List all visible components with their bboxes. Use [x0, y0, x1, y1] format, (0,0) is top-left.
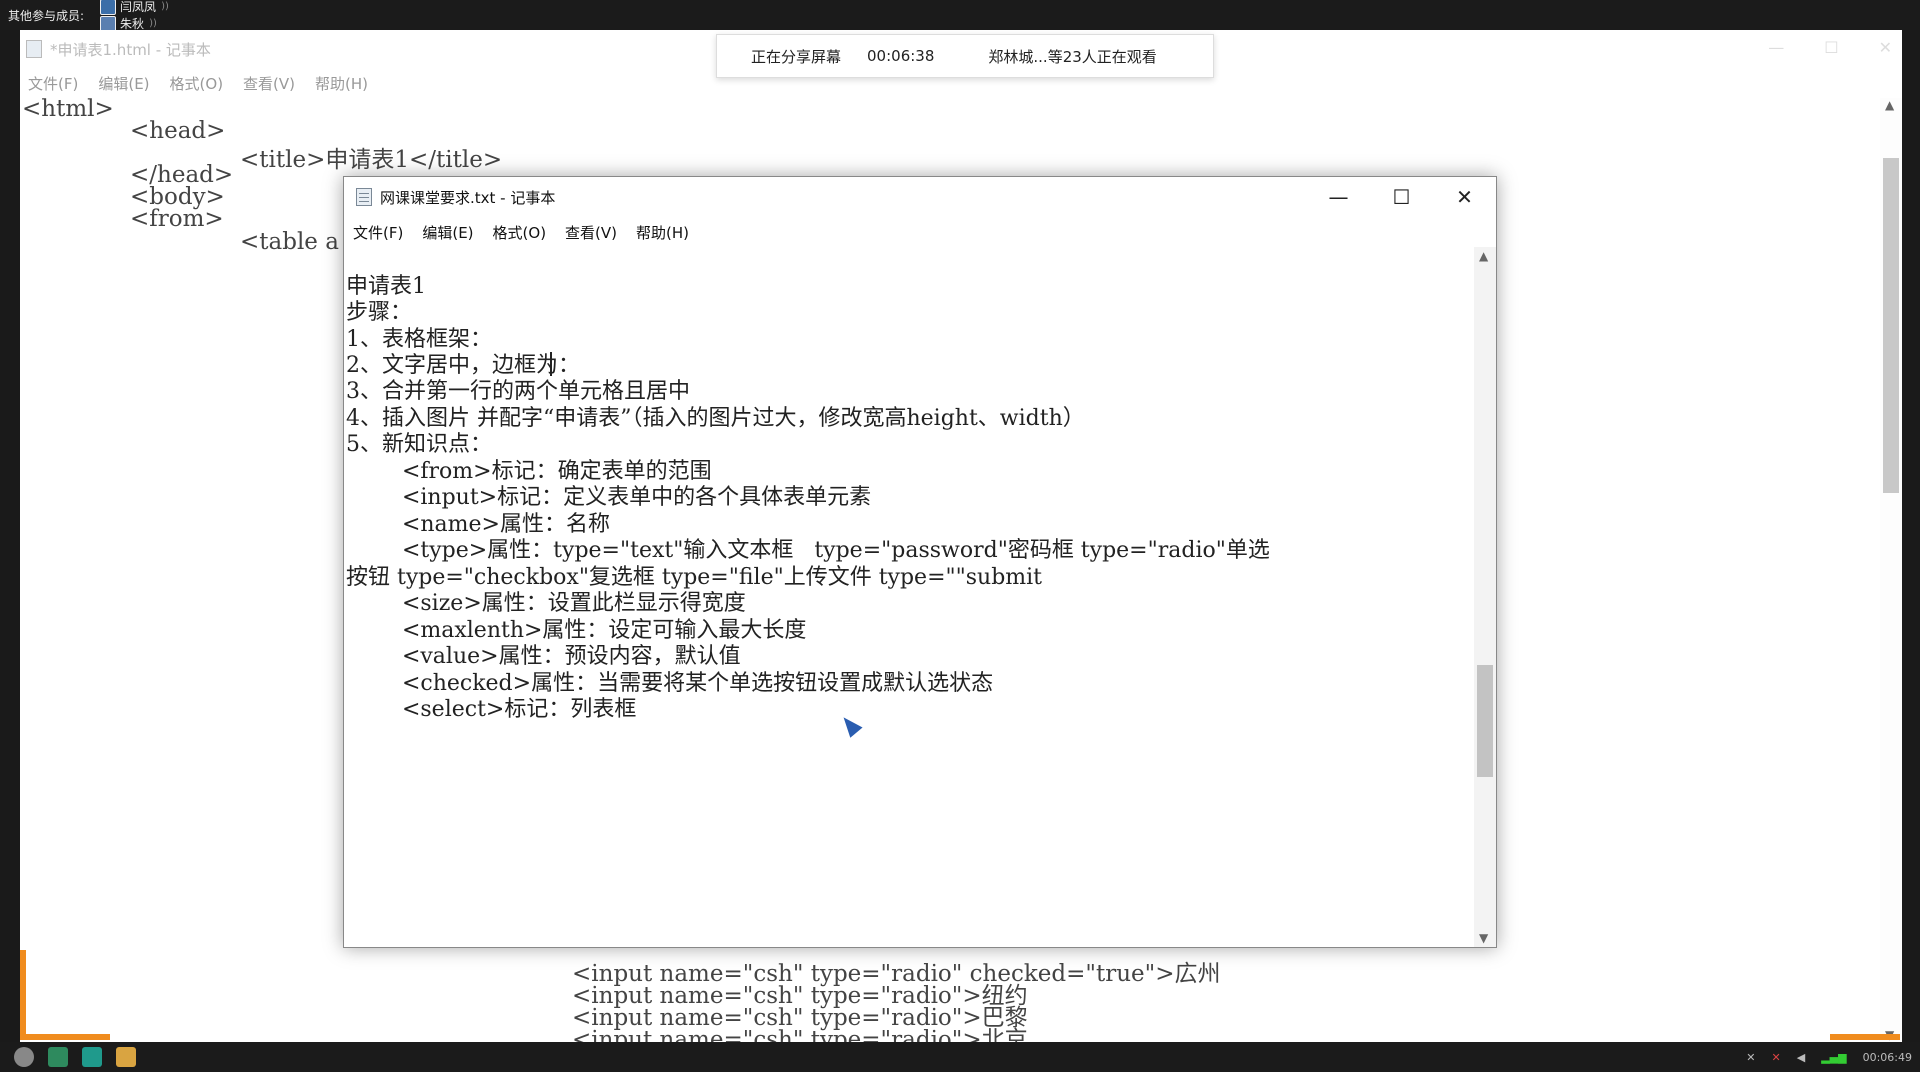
participant-item[interactable]: 闫凤凤)): [100, 0, 181, 15]
background-window-controls: — ☐ ✕: [1768, 38, 1892, 57]
text-line: <input>标记：定义表单中的各个具体表单元素: [346, 485, 872, 510]
text-line: <type>属性：type="text"输入文本框 type="password…: [346, 538, 1270, 563]
signal-icon: ▂▄▆: [1821, 1050, 1847, 1064]
minimize-button[interactable]: —: [1307, 177, 1370, 217]
participants-label: 其他参与成员:: [8, 8, 85, 23]
text-editor-area[interactable]: 申请表1 步骤： 1、表格框架： 2、文字居中，边框为： 3、合并第一行的两个单…: [344, 247, 1474, 947]
menu-help[interactable]: 帮助(H): [636, 222, 689, 243]
scroll-up-icon[interactable]: ▲: [1885, 98, 1894, 112]
right-frame: [1902, 30, 1920, 1042]
foreground-window-title: 网课课堂要求.txt - 记事本: [380, 188, 556, 207]
text-line: 步骤：: [346, 300, 413, 325]
text-line: <checked>属性：当需要将某个单选按钮设置成默认选状态: [346, 671, 994, 696]
app-icon[interactable]: [48, 1047, 68, 1067]
code-line: <html>: [22, 96, 114, 122]
background-window-title: *申请表1.html - 记事本: [50, 40, 211, 59]
text-line: <name>属性：名称: [346, 512, 610, 537]
scroll-thumb[interactable]: [1477, 665, 1493, 777]
text-line: 4、插入图片 并配字“申请表”（插入的图片过大，修改宽高height、width…: [346, 406, 1085, 431]
menu-format[interactable]: 格式(O): [170, 73, 224, 94]
avatar: [100, 15, 117, 30]
text-line: <from>标记：确定表单的范围: [346, 459, 712, 484]
text-line: 1、表格框架：: [346, 327, 492, 352]
participant-list: 田萌老师))郑林城))张杨))黄延欣))刘开棋))汪菁雯))杜坤阳))赵冽))李…: [100, 0, 196, 30]
background-scrollbar[interactable]: ▲ ▼: [1880, 98, 1902, 1042]
mic-icon: )): [161, 1, 169, 12]
text-line: 按钮 type="checkbox"复选框 type="file"上传文件 ty…: [346, 565, 1043, 590]
expand-icon[interactable]: ✕: [1746, 1051, 1755, 1064]
notepad-icon: [26, 40, 42, 58]
close-button[interactable]: ✕: [1433, 177, 1496, 217]
participant-name: 朱秋: [120, 17, 145, 30]
code-line: <title>申请表1</title>: [240, 147, 503, 173]
menu-help[interactable]: 帮助(H): [315, 73, 368, 94]
text-line: 3、合并第一行的两个单元格且居中: [346, 379, 690, 404]
text-line: 2、文字居中，边框为：: [346, 353, 580, 378]
avatar: [100, 0, 117, 15]
menu-edit[interactable]: 编辑(E): [422, 222, 473, 243]
text-cursor-icon: [550, 352, 552, 376]
clock: 00:06:49: [1862, 1050, 1912, 1064]
scroll-down-icon[interactable]: ▼: [1479, 931, 1488, 945]
scroll-up-icon[interactable]: ▲: [1479, 249, 1488, 263]
text-line: 5、新知识点：: [346, 432, 492, 457]
code-line: <head>: [130, 118, 226, 144]
screen-share-banner: 正在分享屏幕 00:06:38 郑林城...等23人正在观看: [716, 34, 1214, 78]
foreground-window-controls: — ☐ ✕: [1307, 177, 1496, 217]
pen-icon[interactable]: [116, 1047, 136, 1067]
code-line: <input name="csh" type="radio">北京: [572, 1027, 1028, 1042]
maximize-icon[interactable]: ☐: [1824, 38, 1838, 57]
participant-name: 闫凤凤: [120, 0, 157, 14]
mic-off-icon[interactable]: ✕: [1772, 1051, 1781, 1064]
menu-file[interactable]: 文件(F): [353, 222, 403, 243]
share-status: 正在分享屏幕: [751, 47, 842, 66]
start-icon[interactable]: [14, 1047, 34, 1067]
app-icon[interactable]: [82, 1047, 102, 1067]
menu-view[interactable]: 查看(V): [565, 222, 617, 243]
scroll-thumb[interactable]: [1883, 158, 1899, 493]
notepad-icon: [356, 188, 372, 206]
code-line: <table a: [240, 229, 339, 255]
text-line: <select>标记：列表框: [346, 697, 637, 722]
mic-icon: )): [149, 18, 157, 29]
close-icon[interactable]: ✕: [1879, 38, 1892, 57]
taskbar: ✕ ✕ ◀ ▂▄▆ 00:06:49: [0, 1042, 1920, 1072]
share-frame-corner: [20, 950, 26, 1040]
text-line: <size>属性：设置此栏显示得宽度: [346, 591, 746, 616]
speaker-icon[interactable]: ◀: [1797, 1051, 1805, 1064]
code-line: <from>: [130, 206, 224, 232]
foreground-scrollbar[interactable]: ▲ ▼: [1474, 247, 1496, 947]
text-line: <maxlenth>属性：设定可输入最大长度: [346, 618, 807, 643]
minimize-icon[interactable]: —: [1768, 38, 1784, 57]
text-line: <value>属性：预设内容，默认值: [346, 644, 741, 669]
participants-bar: 其他参与成员: 田萌老师))郑林城))张杨))黄延欣))刘开棋))汪菁雯))杜坤…: [0, 0, 1920, 30]
foreground-menu-bar: 文件(F) 编辑(E) 格式(O) 查看(V) 帮助(H): [344, 217, 1496, 247]
share-frame-corner: [1830, 1034, 1900, 1040]
menu-edit[interactable]: 编辑(E): [98, 73, 149, 94]
participant-item[interactable]: 朱秋)): [100, 15, 181, 30]
left-frame: [0, 30, 20, 1042]
menu-file[interactable]: 文件(F): [28, 73, 78, 94]
foreground-notepad-window[interactable]: 网课课堂要求.txt - 记事本 — ☐ ✕ 文件(F) 编辑(E) 格式(O)…: [343, 176, 1497, 948]
share-viewers[interactable]: 郑林城...等23人正在观看: [988, 46, 1156, 67]
share-timer: 00:06:38: [867, 47, 935, 65]
system-tray: ✕ ✕ ◀ ▂▄▆ 00:06:49: [1746, 1042, 1912, 1072]
text-line: 申请表1: [346, 274, 426, 299]
menu-view[interactable]: 查看(V): [243, 73, 295, 94]
maximize-button[interactable]: ☐: [1370, 177, 1433, 217]
menu-format[interactable]: 格式(O): [493, 222, 547, 243]
share-frame-corner: [20, 1034, 110, 1040]
